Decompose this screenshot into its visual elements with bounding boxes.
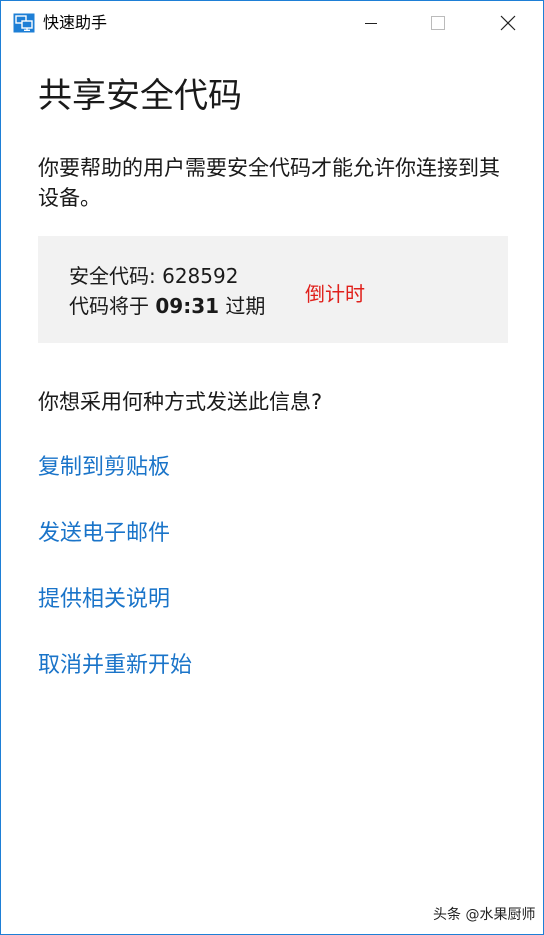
page-title: 共享安全代码 xyxy=(38,76,242,116)
security-code-label: 安全代码: xyxy=(69,264,163,288)
code-expiry-line: 代码将于 09:31 过期 xyxy=(69,292,265,320)
security-code-value: 628592 xyxy=(162,264,239,288)
title-bar[interactable]: 快速助手 xyxy=(1,1,543,45)
maximize-button[interactable] xyxy=(415,1,461,45)
send-email-link[interactable]: 发送电子邮件 xyxy=(38,519,170,549)
security-code-box: 安全代码: 628592 代码将于 09:31 过期 倒计时 xyxy=(38,236,508,343)
countdown-annotation: 倒计时 xyxy=(305,282,365,306)
minimize-icon xyxy=(365,23,377,24)
quick-assist-window: 快速助手 共享安全代码 你要帮助的用户需要安全代码才能允许你连接到其设备。 安全… xyxy=(0,0,544,935)
close-icon xyxy=(500,15,516,31)
watermark: 头条 @水果厨师 xyxy=(433,907,536,923)
window-title: 快速助手 xyxy=(43,13,108,32)
page-description: 你要帮助的用户需要安全代码才能允许你连接到其设备。 xyxy=(38,156,500,210)
remote-monitor-icon xyxy=(13,13,35,33)
maximize-icon xyxy=(431,16,445,30)
cancel-and-restart-link[interactable]: 取消并重新开始 xyxy=(38,651,192,681)
send-method-question: 你想采用何种方式发送此信息? xyxy=(38,390,323,414)
close-button[interactable] xyxy=(485,1,531,45)
expiry-prefix: 代码将于 xyxy=(69,294,156,318)
minimize-button[interactable] xyxy=(348,1,394,45)
expiry-suffix: 过期 xyxy=(219,294,266,318)
expiry-time: 09:31 xyxy=(155,294,220,318)
provide-instructions-link[interactable]: 提供相关说明 xyxy=(38,585,170,615)
copy-to-clipboard-link[interactable]: 复制到剪贴板 xyxy=(38,453,170,483)
security-code-line: 安全代码: 628592 xyxy=(69,262,238,290)
